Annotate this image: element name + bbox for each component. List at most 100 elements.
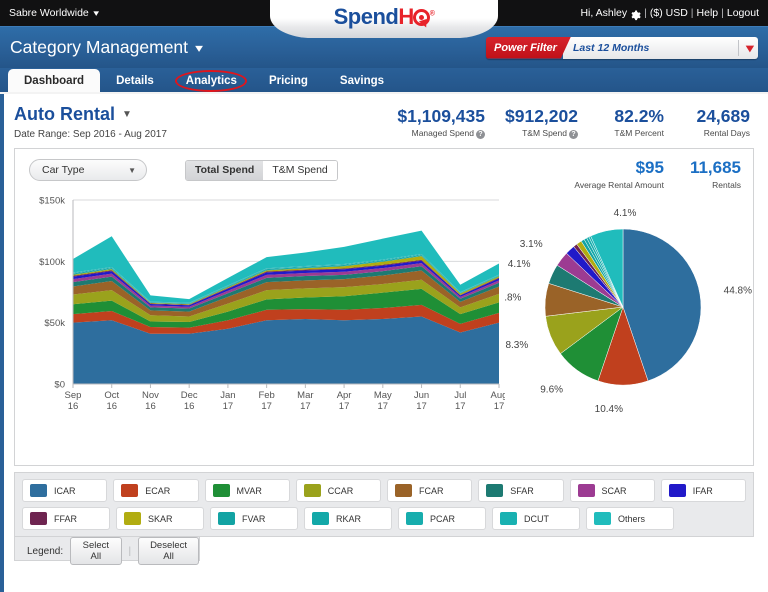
logo-h-text: H [398,4,414,29]
legend-swatch [218,512,235,525]
legend-swatch [30,484,47,497]
legend-item-skar[interactable]: SKAR [116,507,204,530]
x-axis-tick-label: Nov 16 [142,390,159,412]
tab-bar: Dashboard Details Analytics Pricing Savi… [0,68,768,94]
tab-dashboard[interactable]: Dashboard [8,69,101,92]
date-range-text: Date Range: Sep 2016 - Aug 2017 [14,129,167,140]
legend-swatch [121,484,139,497]
currency-link[interactable]: ($) USD [650,7,688,19]
y-axis-tick-label: $0 [54,379,65,390]
kpi-value: $1,109,435 [397,106,485,126]
legend-item-scar[interactable]: SCAR [569,479,655,502]
legend-swatch [30,512,47,525]
power-filter-select[interactable]: Last 12 Months ▾ [562,36,758,59]
legend-swatch [312,512,329,525]
pie-slice-label: 4.1% [508,259,531,270]
kpi-group: $1,109,435 Managed Spend? $912,202 T&M S… [397,104,750,140]
stacked-area-chart[interactable]: $0 $50k $100k $150k Sep 16 Oct 16 Nov 16 Dec 16 Jan 1… [21,192,505,432]
legend-panel: ICAR ECAR MVAR CCAR FCAR SFAR SCAR IFAR FFAR SKA… [14,472,754,537]
chart-toolbar: Car Type ▼ Total Spend T&M Spend $95 Ave… [15,149,753,190]
chart-panel: Car Type ▼ Total Spend T&M Spend $95 Ave… [14,148,754,466]
legend-title: Legend: [27,545,64,557]
help-link[interactable]: Help [697,7,719,19]
logout-link[interactable]: Logout [727,7,759,19]
legend-item-ifar[interactable]: IFAR [660,479,746,502]
spend-toggle[interactable]: Total Spend T&M Spend [185,159,338,181]
y-axis-tick-label: $150k [39,195,65,206]
x-axis-tick-label: Jul 17 [454,390,466,412]
chevron-down-icon[interactable]: ▾ [737,41,754,55]
car-type-dropdown[interactable]: Car Type ▼ [29,159,147,181]
gear-icon[interactable] [630,9,641,21]
deselect-all-button[interactable]: Deselect All [138,537,199,565]
legend-swatch [406,512,423,525]
legend-item-dcut[interactable]: DCUT [492,507,580,530]
x-axis-tick-label: Oct 16 [104,390,119,412]
legend-item-others[interactable]: Others [586,507,674,530]
category-block: Auto Rental ▼ Date Range: Sep 2016 - Aug… [14,104,167,140]
tab-label: Savings [339,74,385,87]
x-axis-tick-label: May 17 [374,390,392,412]
kpi-value: 24,689 [696,106,750,126]
pie-slice-label: 3.1% [520,240,543,251]
org-switcher[interactable]: Sabre Worldwide ▾ [9,7,99,19]
select-all-button[interactable]: Select All [70,537,122,565]
legend-item-sfar[interactable]: SFAR [478,479,564,502]
x-axis-tick-label: Jun 17 [414,390,429,412]
org-name: Sabre Worldwide [9,7,89,19]
legend-label: FVAR [242,513,266,524]
legend-item-ccar[interactable]: CCAR [295,479,381,502]
page-body: Auto Rental ▼ Date Range: Sep 2016 - Aug… [0,94,768,592]
legend-item-ecar[interactable]: ECAR [113,479,199,502]
legend-item-fvar[interactable]: FVAR [210,507,298,530]
y-axis-tick-label: $50k [44,318,65,329]
legend-label: DCUT [524,513,549,524]
toggle-tm-spend[interactable]: T&M Spend [263,160,337,180]
pie-slice-label: 6.8% [505,293,522,304]
legend-label: RKAR [336,513,362,524]
legend-item-rkar[interactable]: RKAR [304,507,392,530]
legend-item-icar[interactable]: ICAR [22,479,108,502]
legend-swatch [577,484,595,497]
logo-spend-text: Spend [333,4,399,29]
legend-row: ICAR ECAR MVAR CCAR FCAR SFAR SCAR IFAR [22,479,746,502]
page-title: Category Management [10,37,189,57]
legend-item-fcar[interactable]: FCAR [387,479,473,502]
logo-text: SpendH ® [334,6,435,28]
pie-slice-label: 8.3% [505,340,528,351]
tab-details[interactable]: Details [100,69,170,92]
legend-controls: Legend: Select All | Deselect All [14,537,200,565]
tab-analytics[interactable]: Analytics [170,69,253,92]
charts-container: $0 $50k $100k $150k Sep 16 Oct 16 Nov 16 Dec 16 Jan 1… [15,190,753,432]
info-icon[interactable]: ? [476,130,485,140]
pie-chart[interactable]: 44.8% 10.4% 9.6% 8.3% 6.8% 4.1% 3.1% 4.1% [505,192,755,432]
legend-item-mvar[interactable]: MVAR [204,479,290,502]
legend-item-ffar[interactable]: FFAR [22,507,110,530]
info-icon[interactable]: ? [569,130,578,140]
kpi-label: T&M Percent [614,128,664,139]
legend-swatch [212,484,230,497]
kpi-tm-percent: 82.2% T&M Percent [598,107,664,139]
toggle-total-spend[interactable]: Total Spend [186,160,264,180]
secondary-kpi-group: $95 Average Rental Amount 11,685 Rentals [574,159,741,190]
power-filter-value: Last 12 Months [572,41,650,54]
category-selector[interactable]: Auto Rental ▼ [14,104,167,125]
kpi-label: Rentals [712,179,741,190]
tab-savings[interactable]: Savings [324,69,400,92]
divider: | [128,545,132,557]
y-axis-tick-label: $100k [39,257,65,268]
tab-label: Analytics [185,74,237,87]
legend-item-pcar[interactable]: PCAR [398,507,486,530]
power-filter[interactable]: Power Filter Last 12 Months ▾ [486,36,758,59]
tab-label: Details [116,74,154,87]
account-links: Hi, Ashley | ($) USD | Help | Logout [580,7,759,21]
legend-label: ICAR [54,485,76,496]
chevron-down-icon: ▾ [93,7,99,18]
legend-swatch [500,512,517,525]
tab-pricing[interactable]: Pricing [253,69,324,92]
global-topbar: Sabre Worldwide ▾ SpendH ® Hi, Ashley | (… [0,0,768,38]
legend-label: FCAR [419,485,444,496]
category-management-menu[interactable]: Category Management ▾ [10,37,203,58]
kpi-rentals: 11,685 Rentals [690,159,741,190]
legend-swatch [594,512,611,525]
